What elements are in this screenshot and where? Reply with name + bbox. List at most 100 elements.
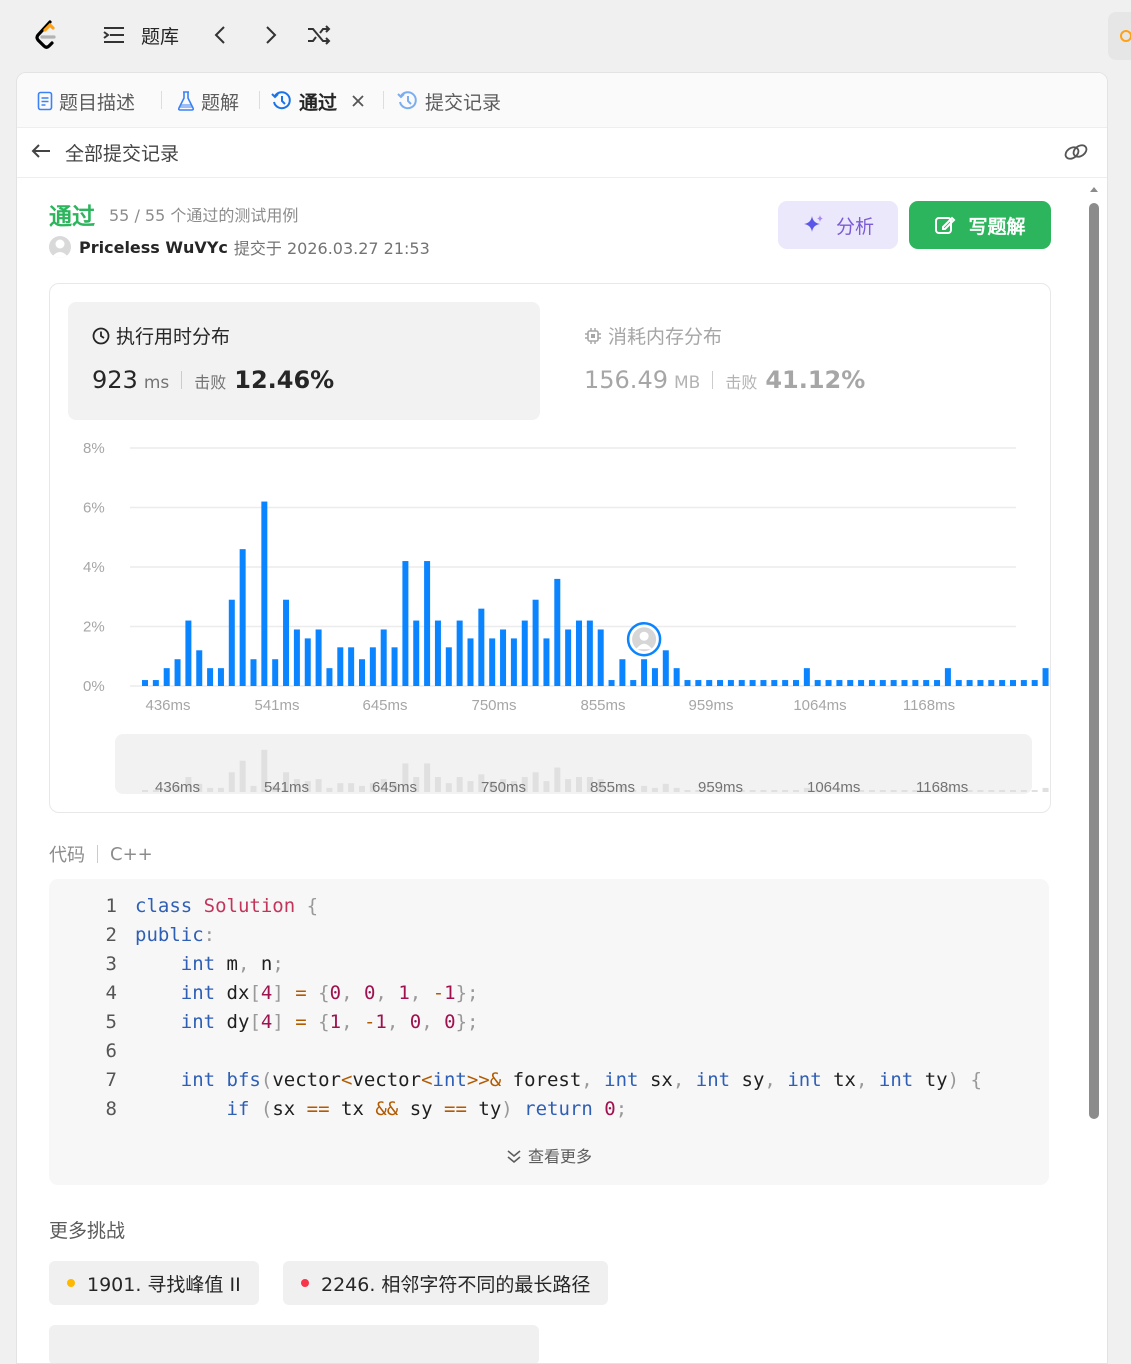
chart-bar[interactable] — [782, 680, 789, 686]
chart-bar[interactable] — [359, 659, 365, 686]
runtime-stat[interactable]: 执行用时分布 923 ms 击败 12.46% — [68, 302, 540, 420]
chart-bar[interactable] — [478, 608, 485, 686]
chart-bar[interactable] — [239, 549, 246, 686]
chart-bar[interactable] — [424, 561, 431, 686]
prev-problem-chevron-left-icon[interactable] — [207, 22, 233, 48]
chart-bar[interactable] — [684, 680, 691, 686]
chart-bar[interactable] — [662, 650, 669, 686]
chart-bar[interactable] — [727, 680, 734, 686]
chart-bar[interactable] — [999, 680, 1006, 686]
scrollbar[interactable] — [1089, 185, 1099, 1121]
chart-bar[interactable] — [586, 620, 593, 686]
chart-bar[interactable] — [619, 659, 626, 686]
chart-bar[interactable] — [901, 680, 908, 686]
link-icon[interactable] — [1063, 141, 1089, 163]
chart-bar[interactable] — [1031, 680, 1038, 686]
chart-bar[interactable] — [706, 680, 713, 686]
chart-bar[interactable] — [445, 647, 452, 686]
chart-bar[interactable] — [1020, 680, 1027, 686]
chart-bar[interactable] — [185, 620, 192, 686]
chart-bar[interactable] — [163, 668, 170, 686]
chart-bar[interactable] — [717, 680, 724, 686]
tab-description[interactable]: 题目描述 — [37, 87, 135, 115]
chart-bar[interactable] — [760, 680, 767, 686]
chart-bar[interactable] — [944, 668, 951, 686]
chart-bar[interactable] — [413, 620, 420, 686]
problem-bank-link[interactable]: 题库 — [141, 22, 179, 49]
chart-bar[interactable] — [380, 629, 387, 686]
chart-bar[interactable] — [532, 599, 539, 686]
close-tab-icon[interactable] — [351, 94, 365, 108]
chart-bar[interactable] — [923, 680, 930, 686]
chart-bar[interactable] — [641, 659, 648, 686]
debug-button-partial[interactable] — [1108, 12, 1131, 60]
chart-bar[interactable] — [814, 680, 821, 686]
code-block[interactable]: 1 class Solution { 2 public: 3 int m, n; 4… — [49, 879, 1049, 1185]
chart-bar[interactable] — [196, 650, 203, 686]
chart-overview-slider[interactable] — [115, 734, 1032, 794]
chart-bar[interactable] — [261, 501, 268, 686]
memory-stat[interactable]: 消耗内存分布 156.49 MB 击败 41.12% — [560, 302, 1030, 420]
chart-bar[interactable] — [250, 659, 257, 686]
chart-bar[interactable] — [749, 680, 756, 686]
chart-bar[interactable] — [1010, 680, 1016, 686]
chart-bar[interactable] — [456, 620, 463, 686]
chart-bar[interactable] — [521, 620, 528, 686]
tab-accepted[interactable]: 通过 — [271, 87, 371, 115]
chart-bar[interactable] — [738, 680, 745, 686]
chart-bar[interactable] — [467, 638, 474, 686]
chart-bar[interactable] — [630, 680, 637, 686]
chart-bar[interactable] — [793, 680, 799, 686]
tab-submissions[interactable]: 提交记录 — [397, 87, 501, 115]
chart-bar[interactable] — [847, 680, 854, 686]
chart-bar[interactable] — [836, 680, 843, 686]
chart-bar[interactable] — [934, 680, 941, 686]
chart-bar[interactable] — [348, 647, 355, 686]
chart-bar[interactable] — [651, 668, 658, 686]
analyze-button[interactable]: 分析 — [778, 201, 898, 249]
chart-bar[interactable] — [152, 680, 159, 686]
chart-bar[interactable] — [771, 680, 778, 686]
chart-bar[interactable] — [565, 629, 572, 686]
runtime-distribution-chart[interactable]: 8% 6% 4% 2% 0% 436ms 541ms 645ms 750ms 855ms 959ms… — [50, 434, 1050, 804]
chart-bar[interactable] — [207, 668, 214, 686]
chart-bar[interactable] — [402, 561, 409, 686]
chart-bar[interactable] — [608, 680, 615, 686]
all-submissions-title[interactable]: 全部提交记录 — [65, 139, 179, 166]
avatar[interactable] — [49, 236, 71, 258]
chart-bar[interactable] — [695, 680, 702, 686]
chart-bar[interactable] — [283, 599, 290, 686]
chart-bar[interactable] — [825, 680, 832, 686]
chart-bar[interactable] — [966, 680, 973, 686]
chart-bar[interactable] — [293, 629, 300, 686]
chart-bar[interactable] — [912, 680, 919, 686]
random-shuffle-icon[interactable] — [306, 22, 332, 48]
username[interactable]: Priceless WuVYc — [79, 238, 228, 257]
chart-bar[interactable] — [955, 680, 962, 686]
chart-bar[interactable] — [391, 647, 398, 686]
arrow-left-icon[interactable] — [31, 143, 51, 159]
write-solution-button[interactable]: 写题解 — [909, 201, 1051, 249]
chart-bar[interactable] — [879, 680, 886, 686]
chart-bar[interactable] — [315, 629, 322, 686]
tab-solutions[interactable]: 题解 — [177, 87, 239, 115]
chart-bar[interactable] — [543, 638, 550, 686]
chart-bar[interactable] — [977, 680, 984, 686]
chart-bar[interactable] — [217, 668, 224, 686]
scrollbar-thumb[interactable] — [1089, 203, 1099, 1119]
chart-bar[interactable] — [337, 647, 344, 686]
chart-bar[interactable] — [988, 680, 995, 686]
chart-bar[interactable] — [500, 629, 507, 686]
chart-bar[interactable] — [272, 659, 279, 686]
show-more-button[interactable]: 查看更多 — [49, 1143, 1049, 1167]
chart-bar[interactable] — [510, 638, 517, 686]
chart-bar[interactable] — [142, 680, 148, 686]
problem-list-icon[interactable] — [101, 22, 127, 48]
chart-bar[interactable] — [890, 680, 897, 686]
leetcode-logo-icon[interactable] — [30, 18, 66, 54]
chart-bar[interactable] — [304, 638, 311, 686]
chart-bar[interactable] — [434, 620, 441, 686]
chart-bar[interactable] — [489, 638, 496, 686]
chart-bar[interactable] — [174, 659, 181, 686]
chart-bar[interactable] — [228, 599, 235, 686]
